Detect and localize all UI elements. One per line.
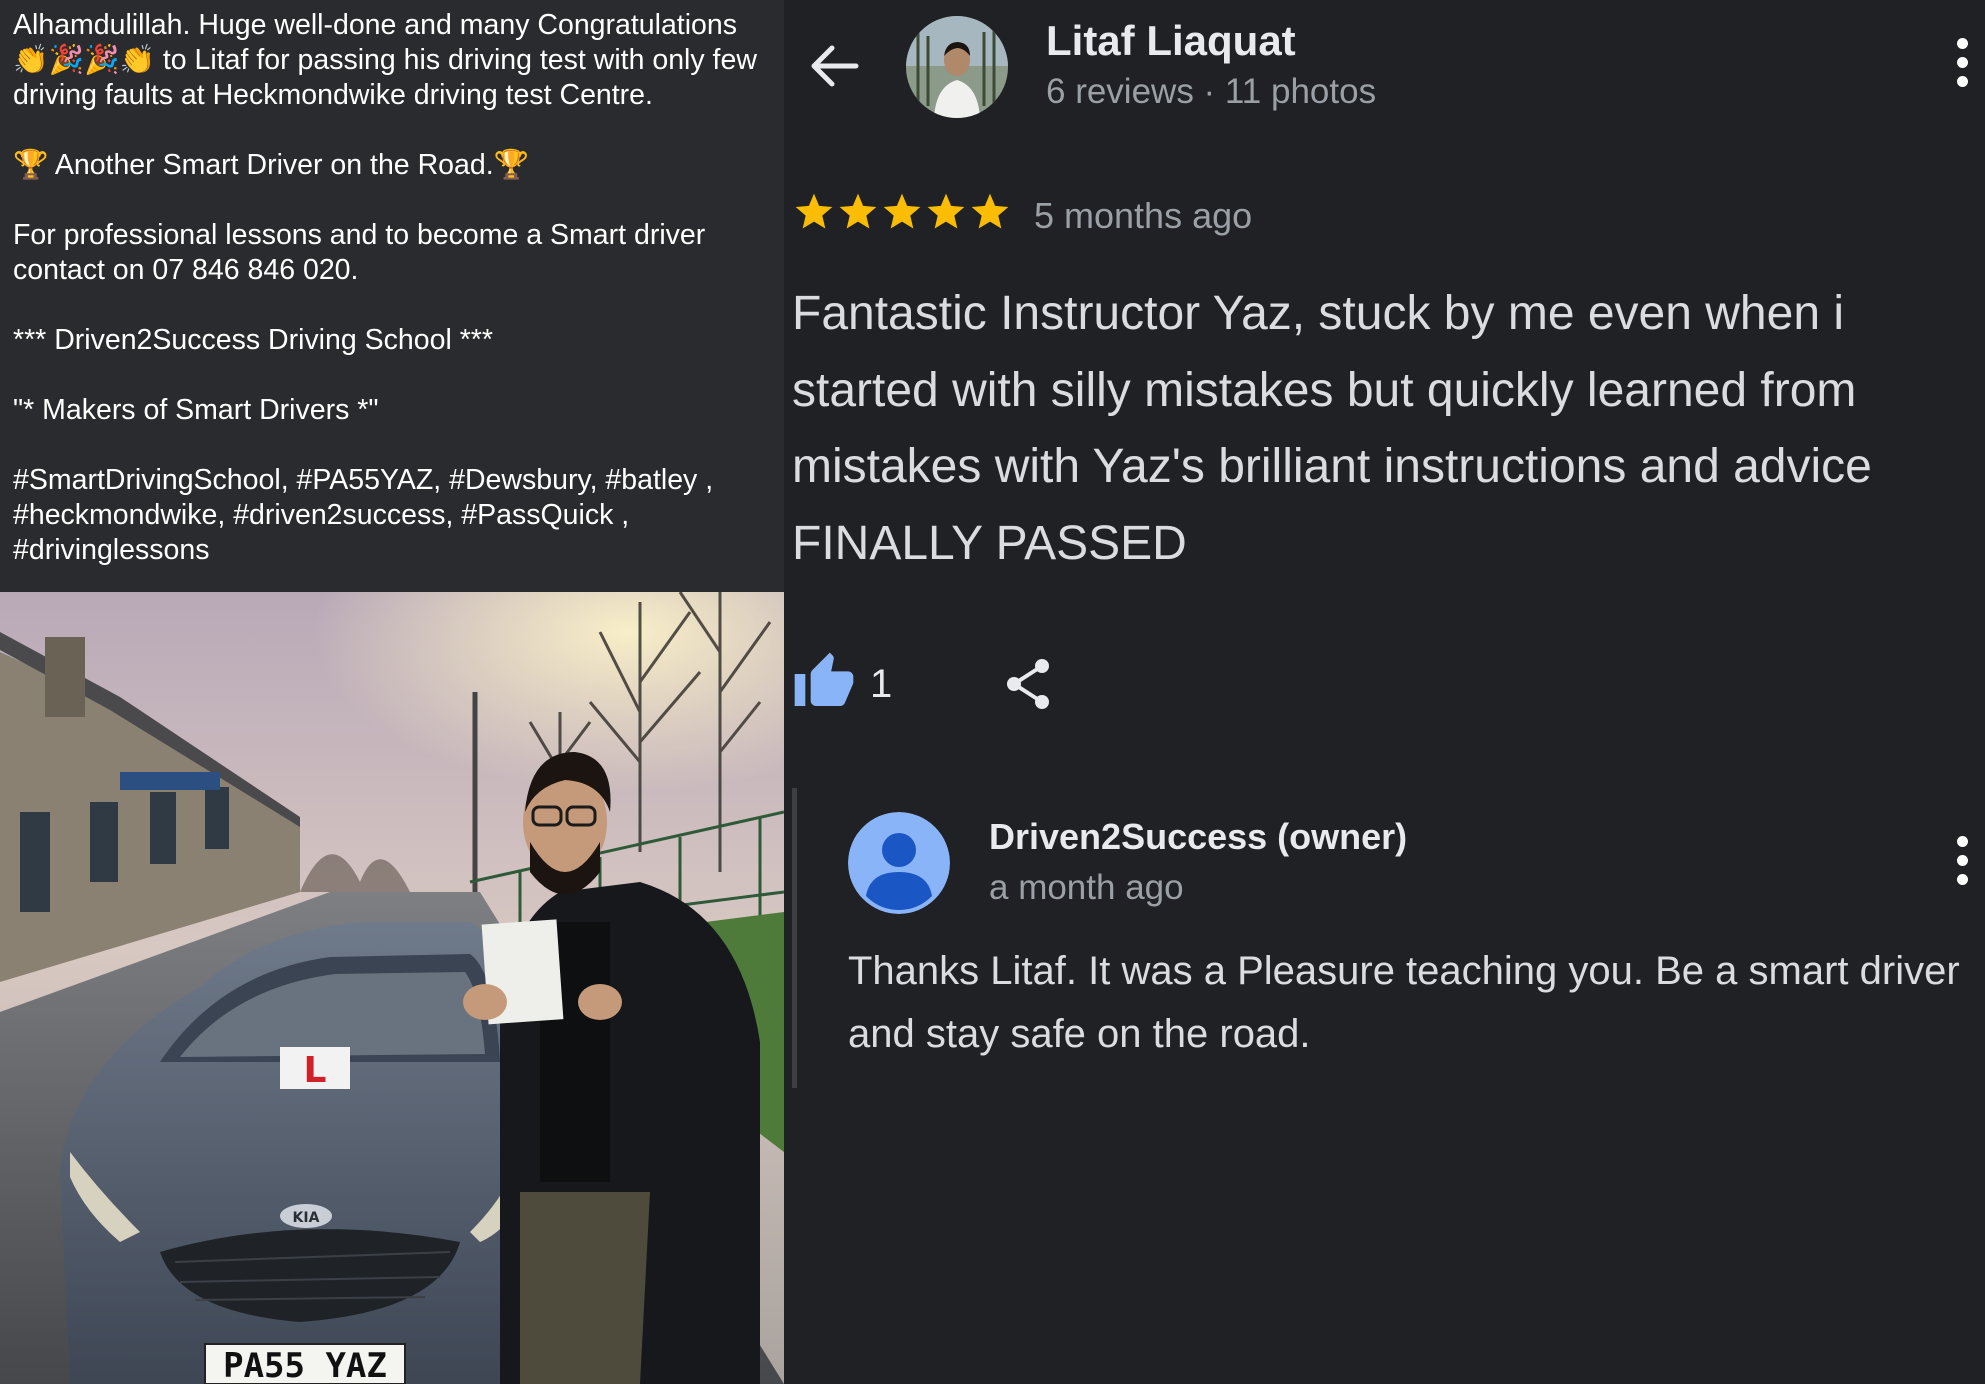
post-paragraph-smart-driver: 🏆 Another Smart Driver on the Road.🏆 bbox=[13, 149, 530, 181]
review-text: Fantastic Instructor Yaz, stuck by me ev… bbox=[792, 287, 1872, 570]
star-icon bbox=[795, 193, 833, 229]
review-panel: Litaf Liaquat 6 reviews · 11 photos 5 mo… bbox=[784, 0, 1985, 1384]
back-button[interactable] bbox=[804, 36, 864, 96]
thumb-up-icon bbox=[794, 652, 854, 706]
car-badge: KIA bbox=[293, 1210, 320, 1226]
post-text: Alhamdulillah. Huge well-done and many C… bbox=[13, 8, 773, 568]
post-paragraph-hashtags: #SmartDrivingSchool, #PA55YAZ, #Dewsbury… bbox=[13, 464, 714, 566]
star-icon bbox=[883, 193, 921, 229]
more-options-button[interactable] bbox=[1950, 38, 1974, 98]
owner-reply-text: Thanks Litaf. It was a Pleasure teaching… bbox=[848, 949, 1960, 1056]
reviewer-meta: 6 reviews · 11 photos bbox=[1046, 72, 1377, 111]
reviewer-name[interactable]: Litaf Liaquat bbox=[1046, 16, 1296, 66]
post-paragraph-contact: For professional lessons and to become a… bbox=[13, 219, 706, 286]
reviewer-avatar[interactable] bbox=[906, 16, 1008, 118]
reply-more-options-button[interactable] bbox=[1950, 836, 1974, 896]
owner-avatar bbox=[848, 812, 950, 914]
share-button[interactable] bbox=[998, 654, 1058, 714]
post-photo[interactable]: KIA L PA55 YAZ bbox=[0, 592, 784, 1384]
owner-name: Driven2Success (owner) bbox=[989, 816, 1408, 857]
more-vert-icon bbox=[1956, 38, 1968, 49]
post-paragraph-slogan: "* Makers of Smart Drivers *" bbox=[13, 394, 379, 426]
more-vert-icon bbox=[1956, 836, 1968, 847]
like-count: 1 bbox=[870, 662, 893, 706]
star-icon bbox=[971, 193, 1009, 229]
post-paragraph-congrats: Alhamdulillah. Huge well-done and many C… bbox=[13, 9, 757, 111]
l-plate: L bbox=[304, 1050, 327, 1091]
person-icon bbox=[848, 812, 950, 914]
arrow-left-icon bbox=[811, 45, 859, 87]
share-icon bbox=[1007, 659, 1049, 709]
owner-reply-date: a month ago bbox=[989, 868, 1184, 907]
post-paragraph-school-name: *** Driven2Success Driving School *** bbox=[13, 324, 493, 356]
review-date: 5 months ago bbox=[1034, 195, 1253, 236]
like-button[interactable] bbox=[792, 650, 856, 714]
star-icon bbox=[927, 193, 965, 229]
star-rating bbox=[792, 190, 1012, 240]
star-icon bbox=[839, 193, 877, 229]
number-plate: PA55 YAZ bbox=[223, 1346, 387, 1384]
social-post: Alhamdulillah. Huge well-done and many C… bbox=[0, 0, 784, 1384]
reply-divider bbox=[792, 788, 797, 1088]
